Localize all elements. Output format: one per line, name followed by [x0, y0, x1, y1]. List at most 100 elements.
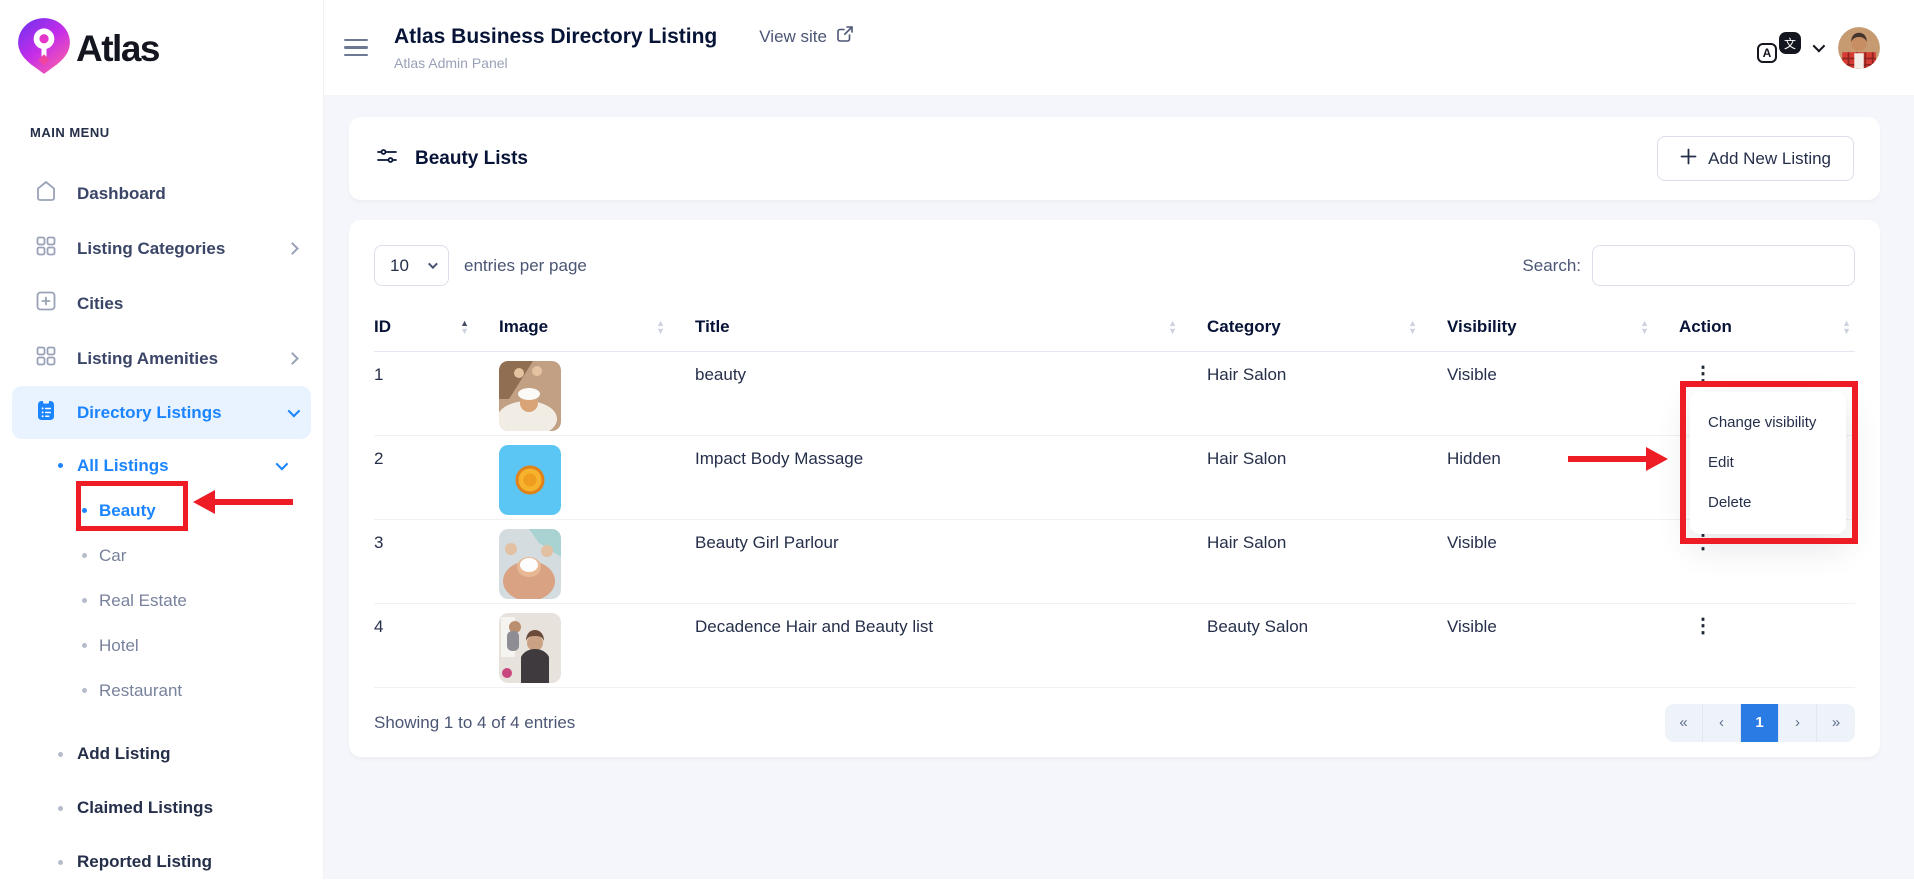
hamburger-menu-icon[interactable]: [344, 39, 368, 57]
cell-title: beauty: [695, 351, 1207, 435]
cell-image: [499, 435, 695, 519]
chevron-right-icon: [286, 242, 299, 255]
sidebar-item-hotel[interactable]: Hotel: [0, 623, 323, 668]
sidebar-item-directory-listings[interactable]: Directory Listings: [12, 386, 311, 439]
view-site-label: View site: [759, 27, 827, 47]
table-row: 1 beauty Hair Salon Visible ⋮: [374, 351, 1855, 435]
cell-category: Hair Salon: [1207, 351, 1447, 435]
search-label: Search:: [1522, 256, 1581, 276]
plus-square-icon: [34, 289, 58, 318]
spa-treatment-photo: [499, 361, 561, 431]
sidebar-section-label: MAIN MENU: [30, 125, 323, 140]
brand-logo[interactable]: Atlas: [0, 16, 323, 81]
chevron-right-icon: [286, 352, 299, 365]
pagination-first-button[interactable]: «: [1665, 704, 1703, 742]
entries-per-page-select[interactable]: 10: [374, 245, 449, 286]
row-actions-button[interactable]: ⋮: [1679, 365, 1713, 383]
home-icon: [34, 179, 58, 208]
row-actions-button[interactable]: ⋮: [1679, 617, 1713, 635]
language-char-icon: 文: [1779, 32, 1801, 54]
bullet-icon: [58, 463, 63, 468]
table-row: 3 Beauty Girl Parlour Hair Salon Visible…: [374, 519, 1855, 603]
sidebar-item-label: Real Estate: [99, 591, 187, 611]
sidebar-item-car[interactable]: Car: [0, 533, 323, 578]
filter-sliders-icon: [375, 144, 399, 174]
showing-entries-text: Showing 1 to 4 of 4 entries: [374, 713, 575, 733]
language-switcher[interactable]: A 文: [1757, 32, 1801, 63]
page-subtitle: Atlas Admin Panel: [394, 55, 717, 71]
app-root: Atlas MAIN MENU Dashboard Listing Catego…: [0, 0, 1914, 879]
sidebar-item-label: Car: [99, 546, 126, 566]
table-footer: Showing 1 to 4 of 4 entries « ‹ 1 › »: [374, 688, 1855, 758]
sort-icons: ▲▼: [1842, 319, 1851, 335]
column-header-id[interactable]: ID▲▼: [374, 303, 499, 351]
view-site-link[interactable]: View site: [759, 25, 854, 48]
sidebar-item-label: Claimed Listings: [77, 798, 213, 818]
sidebar-item-restaurant[interactable]: Restaurant: [0, 668, 323, 713]
sidebar-item-listing-categories[interactable]: Listing Categories: [0, 221, 323, 276]
sidebar-item-label: All Listings: [77, 456, 169, 476]
table-controls: 10 entries per page Search:: [374, 245, 1855, 286]
sort-icons: ▲▼: [656, 319, 665, 335]
column-header-image[interactable]: Image▲▼: [499, 303, 695, 351]
facial-mask-photo: [499, 529, 561, 599]
cell-visibility: Visible: [1447, 519, 1679, 603]
bullet-icon: [82, 643, 87, 648]
listing-table-card: 10 entries per page Search: ID▲▼ Imag: [349, 220, 1880, 757]
sidebar-item-dashboard[interactable]: Dashboard: [0, 166, 323, 221]
cell-visibility: Visible: [1447, 351, 1679, 435]
entries-per-page-label: entries per page: [464, 256, 587, 276]
column-header-category[interactable]: Category▲▼: [1207, 303, 1447, 351]
bullet-icon: [58, 806, 63, 811]
cell-category: Hair Salon: [1207, 519, 1447, 603]
table-row: 4 Decadence Hair and Beauty list Beauty …: [374, 603, 1855, 687]
cell-id: 3: [374, 519, 499, 603]
pagination-last-button[interactable]: »: [1817, 704, 1855, 742]
sidebar: Atlas MAIN MENU Dashboard Listing Catego…: [0, 0, 324, 879]
sidebar-item-label: Listing Amenities: [77, 349, 218, 369]
sidebar-item-label: Directory Listings: [77, 403, 222, 423]
sort-icons: ▲▼: [460, 319, 469, 335]
topbar: Atlas Business Directory Listing Atlas A…: [324, 0, 1914, 95]
sort-icons: ▲▼: [1640, 319, 1649, 335]
column-header-visibility[interactable]: Visibility▲▼: [1447, 303, 1679, 351]
annotation-red-arrow-dropdown: [1568, 447, 1668, 471]
column-header-title[interactable]: Title▲▼: [695, 303, 1207, 351]
chevron-down-icon: [288, 405, 301, 418]
pagination-page-1-button[interactable]: 1: [1741, 704, 1779, 742]
sidebar-item-listing-amenities[interactable]: Listing Amenities: [0, 331, 323, 386]
brand-name: Atlas: [76, 28, 159, 70]
chevron-down-icon[interactable]: [1813, 40, 1826, 53]
cell-title: Beauty Girl Parlour: [695, 519, 1207, 603]
sidebar-item-label: Hotel: [99, 636, 139, 656]
sidebar-item-label: Dashboard: [77, 184, 166, 204]
user-avatar[interactable]: [1838, 27, 1880, 69]
grid-icon: [34, 234, 58, 263]
page-title: Atlas Business Directory Listing: [394, 25, 717, 49]
sort-icons: ▲▼: [1408, 319, 1417, 335]
sidebar-item-reported-listing[interactable]: Reported Listing: [0, 835, 323, 889]
column-header-action[interactable]: Action▲▼: [1679, 303, 1855, 351]
add-new-listing-button[interactable]: Add New Listing: [1657, 136, 1854, 181]
cell-category: Hair Salon: [1207, 435, 1447, 519]
bullet-icon: [82, 598, 87, 603]
bullet-icon: [82, 553, 87, 558]
cell-image: [499, 351, 695, 435]
sidebar-links: Add Listing Claimed Listings Reported Li…: [0, 727, 323, 889]
cell-id: 1: [374, 351, 499, 435]
sidebar-item-label: Listing Categories: [77, 239, 225, 259]
language-a-icon: A: [1757, 43, 1777, 63]
entries-per-page-value: 10: [390, 256, 409, 276]
chevron-down-icon: [276, 458, 289, 471]
pagination-prev-button[interactable]: ‹: [1703, 704, 1741, 742]
sidebar-item-label: Add Listing: [77, 744, 170, 764]
sidebar-item-real-estate[interactable]: Real Estate: [0, 578, 323, 623]
sidebar-item-cities[interactable]: Cities: [0, 276, 323, 331]
search-input[interactable]: [1592, 245, 1855, 286]
sidebar-item-claimed-listings[interactable]: Claimed Listings: [0, 781, 323, 835]
pagination-next-button[interactable]: ›: [1779, 704, 1817, 742]
grid-icon: [34, 344, 58, 373]
cell-id: 2: [374, 435, 499, 519]
sidebar-item-add-listing[interactable]: Add Listing: [0, 727, 323, 781]
cell-category: Beauty Salon: [1207, 603, 1447, 687]
